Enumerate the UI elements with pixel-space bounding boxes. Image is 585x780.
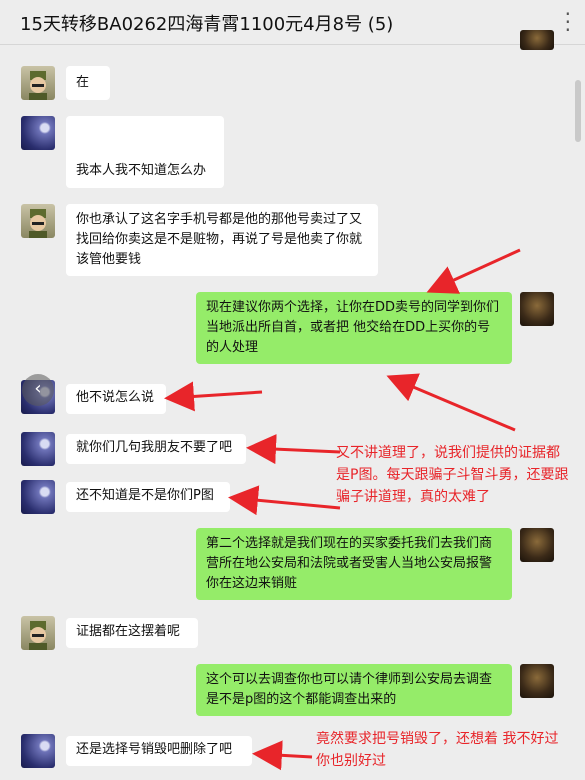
arrow xyxy=(426,248,521,294)
annotation-arrows xyxy=(164,248,521,771)
arrow xyxy=(164,381,263,412)
arrow xyxy=(252,740,313,771)
arrow xyxy=(246,434,341,465)
arrow xyxy=(386,373,516,432)
arrow xyxy=(228,485,341,516)
